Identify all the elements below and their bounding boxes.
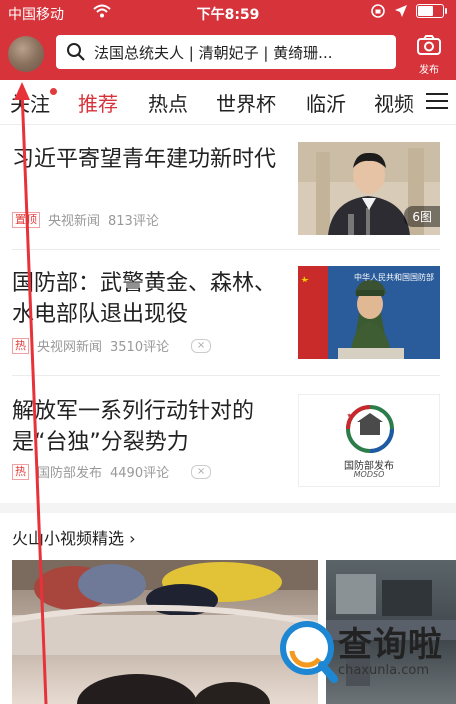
hot-badge: 热: [12, 463, 29, 480]
tab-recommend[interactable]: 推荐: [78, 88, 118, 117]
status-bar: 中国移动 下午8:59: [0, 0, 456, 26]
news-thumbnail[interactable]: 6图: [298, 142, 440, 235]
new-indicator-dot: [50, 88, 57, 95]
watermark: 查询啦 chaxunla.com: [280, 617, 448, 687]
news-meta: 热 国防部发布 4490评论 ×: [12, 462, 212, 481]
pinned-badge: 置顶: [12, 211, 40, 228]
tab-video[interactable]: 视频: [374, 88, 414, 117]
menu-icon[interactable]: [426, 93, 448, 111]
watermark-url: chaxunla.com: [338, 663, 429, 678]
hot-badge: 热: [12, 337, 29, 354]
tab-linyi[interactable]: 临沂: [306, 88, 346, 117]
tab-follow[interactable]: 关注: [10, 88, 50, 117]
image-caption-en: MODSO: [353, 470, 385, 479]
news-source: 央视网新闻: [37, 340, 103, 355]
news-thumbnail[interactable]: 中华人民共和国国防部: [298, 266, 440, 359]
camera-icon: [417, 35, 441, 55]
search-icon: [67, 43, 85, 61]
news-item[interactable]: 习近平寄望青年建功新时代 置顶 央视新闻 813评论 6图: [0, 124, 456, 249]
news-meta: 热 央视网新闻 3510评论 ×: [12, 336, 212, 355]
category-tabs: 关注 推荐 热点 世界杯 临沂 视频: [0, 80, 456, 125]
rotation-lock-icon: [371, 4, 385, 18]
news-title[interactable]: 习近平寄望青年建功新时代: [12, 144, 282, 175]
section-separator: [0, 503, 456, 513]
watermark-text: 查询啦: [338, 625, 443, 665]
news-item[interactable]: 国防部：武警黄金、森林、水电部队退出现役 热 央视网新闻 3510评论 × 中华…: [0, 250, 456, 375]
news-source: 央视新闻: [48, 214, 101, 229]
news-comments: 3510评论: [110, 340, 170, 355]
search-placeholder: 法国总统夫人 | 清朝妃子 | 黄绮珊...: [94, 43, 333, 62]
status-icons: [370, 3, 447, 19]
top-header: 中国移动 下午8:59 法国总统夫人 | 清朝妃子 | 黄绮珊... 发布: [0, 0, 456, 80]
video-thumbnail[interactable]: [12, 560, 318, 704]
avatar[interactable]: [8, 36, 44, 72]
video-section-title[interactable]: 火山小视频精选 ›: [12, 525, 136, 549]
image-banner-text: 中华人民共和国国防部: [354, 273, 434, 282]
search-bar[interactable]: 法国总统夫人 | 清朝妃子 | 黄绮珊...: [56, 35, 396, 69]
publish-button[interactable]: 发布: [406, 34, 452, 76]
location-icon: [395, 5, 407, 17]
news-meta: 置顶 央视新闻 813评论: [12, 210, 159, 229]
news-item[interactable]: 解放军一系列行动针对的是“台独”分裂势力 热 国防部发布 4490评论 × 国防…: [0, 376, 456, 501]
publish-label: 发布: [419, 65, 439, 76]
news-title[interactable]: 解放军一系列行动针对的是“台独”分裂势力: [12, 396, 282, 458]
tab-world-cup[interactable]: 世界杯: [216, 88, 276, 117]
magnifier-logo-icon: [280, 621, 338, 683]
dismiss-button[interactable]: ×: [191, 338, 212, 353]
news-comments: 4490评论: [110, 466, 170, 481]
news-comments: 813评论: [108, 214, 159, 229]
tab-hot[interactable]: 热点: [148, 88, 188, 117]
image-count-badge: 6图: [404, 206, 440, 227]
news-thumbnail[interactable]: 国防部发布 MODSO: [298, 394, 440, 487]
battery-icon: [416, 4, 447, 18]
dismiss-button[interactable]: ×: [191, 464, 212, 479]
news-title[interactable]: 国防部：武警黄金、森林、水电部队退出现役: [12, 268, 282, 330]
news-source: 国防部发布: [37, 466, 103, 481]
